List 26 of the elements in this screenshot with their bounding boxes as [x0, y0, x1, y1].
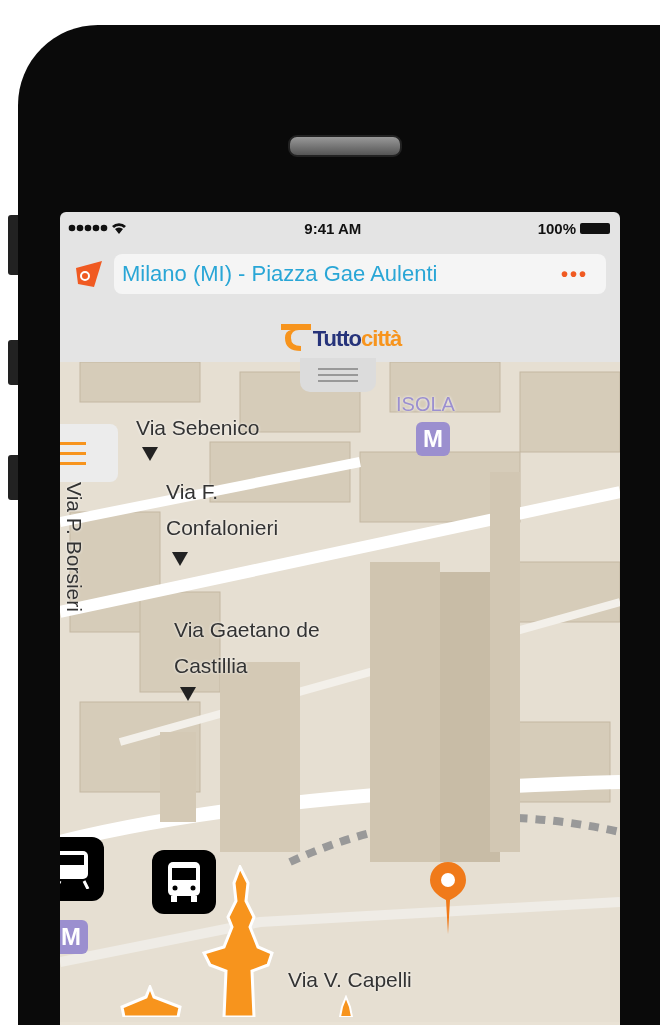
- app-logo: Tuttocittà: [278, 316, 402, 352]
- triangle-marker-icon: [180, 687, 196, 701]
- more-button[interactable]: •••: [561, 262, 588, 286]
- train-icon: [60, 849, 90, 889]
- drag-handle[interactable]: [300, 358, 376, 392]
- metro-badge[interactable]: M: [60, 920, 88, 954]
- tower-silhouette-drawing: [120, 985, 182, 1017]
- compass-icon[interactable]: [74, 260, 104, 288]
- street-label: Via F. Confalonieri: [166, 479, 279, 541]
- district-label: ISOLA: [396, 392, 455, 417]
- bus-button[interactable]: [152, 850, 216, 914]
- street-label: Via P. Borsieri: [62, 482, 86, 612]
- battery-icon: [580, 222, 610, 234]
- status-time: 9:41 AM: [304, 219, 362, 237]
- address-field[interactable]: Milano (MI) - Piazza Gae Aulenti •••: [114, 254, 606, 294]
- bus-icon: [166, 860, 202, 904]
- street-label: Via Sebenico: [136, 415, 260, 441]
- metro-badge[interactable]: M: [416, 422, 450, 456]
- tower-silhouette-drawing: [338, 995, 354, 1017]
- signal-wifi-icon: [68, 221, 128, 235]
- battery-percent: 100%: [537, 219, 576, 237]
- triangle-marker-icon: [172, 552, 188, 566]
- menu-button[interactable]: [60, 424, 118, 482]
- triangle-marker-icon: [142, 447, 158, 461]
- street-label: Via V. Capelli: [288, 967, 412, 993]
- street-label: Via Gaetano de Castillia: [174, 617, 320, 679]
